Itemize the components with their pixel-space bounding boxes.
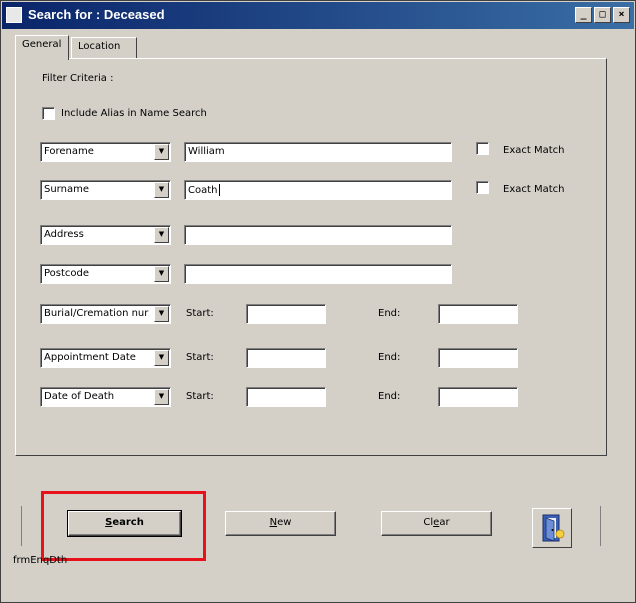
burial-end-label: End: [378,308,401,319]
forename-exact-match-label: Exact Match [503,145,565,156]
close-button[interactable]: × [613,7,630,23]
clear-button[interactable]: Clear [381,511,492,536]
surname-field-select[interactable]: Surname ▼ [40,180,171,200]
chevron-down-icon[interactable]: ▼ [154,182,169,198]
death-end-label: End: [378,391,401,402]
surname-exact-match-checkbox[interactable] [476,181,489,194]
forename-exact-match-checkbox[interactable] [476,142,489,155]
appointment-date-field-select[interactable]: Appointment Date ▼ [40,348,171,368]
filter-criteria-heading: Filter Criteria : [42,73,114,84]
appointment-end-input[interactable] [438,348,518,368]
chevron-down-icon[interactable]: ▼ [154,350,169,366]
death-end-input[interactable] [438,387,518,407]
include-alias-label: Include Alias in Name Search [61,108,207,119]
death-start-input[interactable] [246,387,326,407]
search-highlight-box [41,491,206,561]
date-of-death-field-select[interactable]: Date of Death ▼ [40,387,171,407]
chevron-down-icon[interactable]: ▼ [154,389,169,405]
forename-field-value: Forename [44,146,94,157]
burial-start-label: Start: [186,308,214,319]
general-panel: Filter Criteria : Include Alias in Name … [15,58,607,456]
appointment-date-field-value: Appointment Date [44,352,136,363]
app-icon [6,7,22,23]
tab-location[interactable]: Location [71,37,137,59]
title-bar[interactable]: Search for : Deceased _ □ × [2,2,634,29]
appointment-end-label: End: [378,352,401,363]
appointment-start-input[interactable] [246,348,326,368]
window-title: Search for : Deceased [28,7,165,22]
burial-number-field-value: Burial/Cremation nur [44,308,149,319]
maximize-button[interactable]: □ [594,7,611,23]
burial-number-field-select[interactable]: Burial/Cremation nur ▼ [40,304,171,324]
door-exit-icon [542,514,565,542]
surname-input-value: Coath [188,185,218,196]
exit-button[interactable] [532,508,572,548]
forename-field-select[interactable]: Forename ▼ [40,142,171,162]
date-of-death-field-value: Date of Death [44,391,115,402]
chevron-down-icon[interactable]: ▼ [154,144,169,160]
surname-exact-match-label: Exact Match [503,184,565,195]
form-name-label: frmEnqDth [13,555,68,566]
appointment-start-label: Start: [186,352,214,363]
search-window: Search for : Deceased _ □ × General Loca… [0,0,636,603]
minimize-button[interactable]: _ [575,7,592,23]
forename-input[interactable]: William [184,142,452,162]
new-button[interactable]: New [225,511,336,536]
surname-field-value: Surname [44,184,89,195]
postcode-field-select[interactable]: Postcode ▼ [40,264,171,284]
address-field-select[interactable]: Address ▼ [40,225,171,245]
chevron-down-icon[interactable]: ▼ [154,266,169,282]
postcode-input[interactable] [184,264,452,284]
burial-start-input[interactable] [246,304,326,324]
postcode-field-value: Postcode [44,268,90,279]
address-input[interactable] [184,225,452,245]
death-start-label: Start: [186,391,214,402]
tab-general[interactable]: General [15,35,69,60]
chevron-down-icon[interactable]: ▼ [154,306,169,322]
include-alias-checkbox[interactable] [42,107,55,120]
text-caret [218,184,220,196]
surname-input[interactable]: Coath [184,180,452,200]
chevron-down-icon[interactable]: ▼ [154,227,169,243]
address-field-value: Address [44,229,84,240]
window-controls: _ □ × [575,7,630,23]
burial-end-input[interactable] [438,304,518,324]
